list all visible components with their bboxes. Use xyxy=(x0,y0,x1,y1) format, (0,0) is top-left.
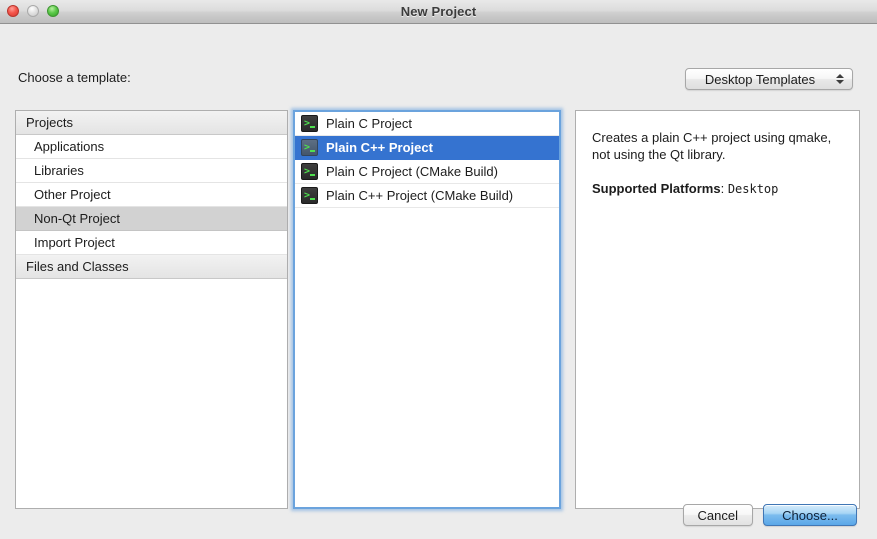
sidebar-item-applications[interactable]: Applications xyxy=(16,135,287,159)
choose-button[interactable]: Choose... xyxy=(763,504,857,526)
terminal-icon xyxy=(301,139,318,156)
category-group-header-projects: Projects xyxy=(16,111,287,135)
description-body: Creates a plain C++ project using qmake,… xyxy=(576,111,859,198)
template-item-label: Plain C Project (CMake Build) xyxy=(326,164,498,179)
template-description-panel: Creates a plain C++ project using qmake,… xyxy=(575,110,860,509)
cancel-button[interactable]: Cancel xyxy=(682,504,753,526)
zoom-window-button[interactable] xyxy=(47,5,59,17)
template-item-label: Plain C++ Project xyxy=(326,140,433,155)
template-item-plain-cpp-project-cmake[interactable]: Plain C++ Project (CMake Build) xyxy=(295,184,559,208)
supported-platforms-label: Supported Platforms xyxy=(592,181,721,196)
sidebar-item-other-project[interactable]: Other Project xyxy=(16,183,287,207)
title-bar: New Project xyxy=(0,0,877,24)
terminal-icon xyxy=(301,163,318,180)
supported-platforms-separator: : xyxy=(720,181,728,196)
template-list-panel[interactable]: Plain C Project Plain C++ Project Plain … xyxy=(293,110,561,509)
template-filter-value: Desktop Templates xyxy=(704,71,816,87)
close-window-button[interactable] xyxy=(7,5,19,17)
updown-chevron-icon xyxy=(836,74,844,84)
category-list-panel[interactable]: Projects Applications Libraries Other Pr… xyxy=(15,110,288,509)
template-item-label: Plain C++ Project (CMake Build) xyxy=(326,188,514,203)
window-controls xyxy=(7,5,59,17)
dialog-footer: Cancel Choose... xyxy=(682,504,857,526)
template-item-plain-c-project-cmake[interactable]: Plain C Project (CMake Build) xyxy=(295,160,559,184)
minimize-window-button[interactable] xyxy=(27,5,39,17)
supported-platforms-row: Supported Platforms: Desktop xyxy=(592,180,843,198)
template-item-plain-c-project[interactable]: Plain C Project xyxy=(295,112,559,136)
description-text: Creates a plain C++ project using qmake,… xyxy=(592,130,832,162)
supported-platforms-value: Desktop xyxy=(727,182,779,196)
sidebar-item-libraries[interactable]: Libraries xyxy=(16,159,287,183)
choose-template-label: Choose a template: xyxy=(18,70,131,85)
new-project-dialog: New Project Choose a template: Desktop T… xyxy=(0,0,877,539)
category-group-header-files-and-classes: Files and Classes xyxy=(16,255,287,279)
window-title: New Project xyxy=(400,4,477,19)
sidebar-item-non-qt-project[interactable]: Non-Qt Project xyxy=(16,207,287,231)
template-item-label: Plain C Project xyxy=(326,116,412,131)
template-item-plain-cpp-project[interactable]: Plain C++ Project xyxy=(295,136,559,160)
terminal-icon xyxy=(301,115,318,132)
terminal-icon xyxy=(301,187,318,204)
sidebar-item-import-project[interactable]: Import Project xyxy=(16,231,287,255)
template-filter-dropdown[interactable]: Desktop Templates xyxy=(685,68,853,90)
dialog-body: Choose a template: Desktop Templates Pro… xyxy=(0,24,877,539)
